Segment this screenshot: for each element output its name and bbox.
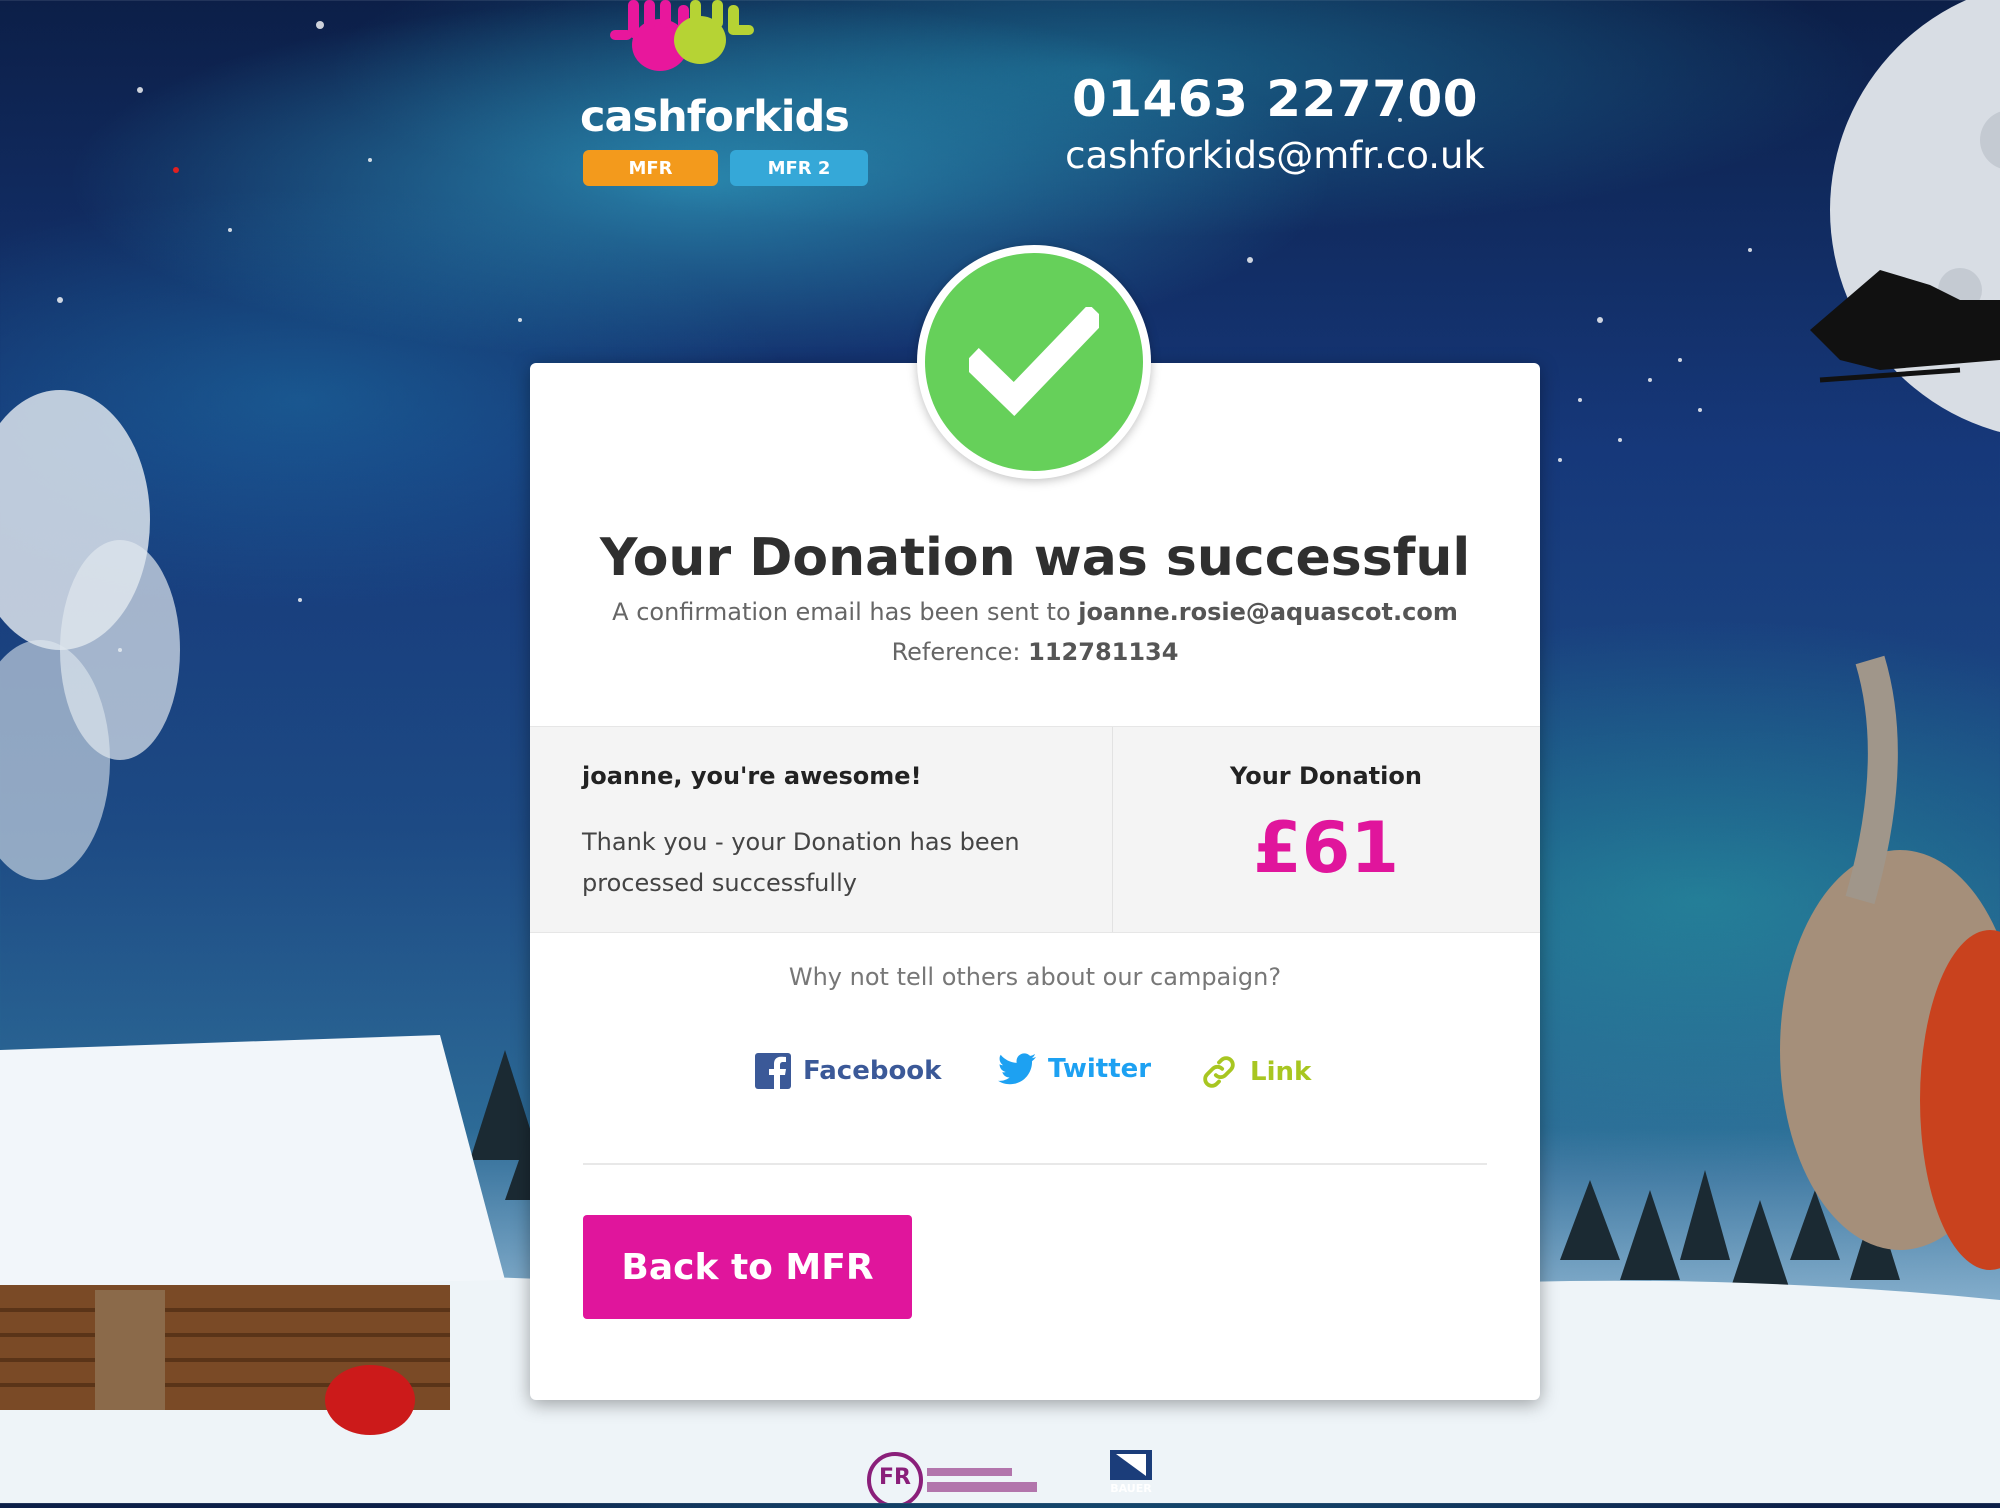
- cash-for-kids-logo[interactable]: cashforkids MFR MFR 2: [580, 0, 880, 200]
- donation-summary: joanne, you're awesome! Thank you - your…: [530, 726, 1540, 933]
- confirmation-email-text: A confirmation email has been sent to jo…: [612, 598, 1458, 626]
- reference-text: Reference: 112781134: [891, 638, 1179, 666]
- success-badge: [917, 245, 1151, 479]
- logo-wordmark: cashforkids: [580, 92, 850, 142]
- twitter-icon: [998, 1053, 1036, 1085]
- donation-confirmation-card: Your Donation was successful A confirmat…: [530, 363, 1540, 1400]
- contact-email[interactable]: cashforkids@mfr.co.uk: [1040, 134, 1510, 177]
- reference-number: 112781134: [1028, 638, 1179, 666]
- facebook-share-button[interactable]: Facebook: [755, 1053, 941, 1089]
- section-divider: [583, 1163, 1487, 1165]
- share-prompt: Why not tell others about our campaign?: [788, 963, 1282, 991]
- donation-amount: £61: [1252, 807, 1400, 889]
- back-to-mfr-button[interactable]: Back to MFR: [583, 1215, 912, 1319]
- checkmark-icon: [969, 307, 1099, 417]
- facebook-icon: [755, 1053, 791, 1089]
- twitter-share-button[interactable]: Twitter: [998, 1053, 1151, 1085]
- bauer-logo: [1110, 1450, 1152, 1480]
- logo-badge-mfr2: MFR 2: [730, 150, 868, 186]
- contact-info: 01463 227700 cashforkids@mfr.co.uk: [1040, 70, 1510, 177]
- footer-logos: FR BAUER: [865, 1450, 1165, 1508]
- confirmation-email-address: joanne.rosie@aquascot.com: [1078, 598, 1458, 626]
- phone-number[interactable]: 01463 227700: [1040, 70, 1510, 128]
- thank-you-message: Thank you - your Donation has been proce…: [582, 828, 1020, 897]
- bauer-label: BAUER: [1110, 1482, 1152, 1495]
- logo-badge-mfr: MFR: [583, 150, 718, 186]
- donation-label: Your Donation: [1230, 762, 1422, 790]
- page-title: Your Donation was successful: [599, 528, 1471, 588]
- thank-you-heading: joanne, you're awesome!: [582, 762, 922, 790]
- copy-link-button[interactable]: Link: [1200, 1053, 1311, 1091]
- fr-badge-text: FR: [879, 1465, 911, 1490]
- share-buttons: Facebook Twitter Link: [530, 1053, 1540, 1103]
- link-icon: [1203, 1056, 1235, 1088]
